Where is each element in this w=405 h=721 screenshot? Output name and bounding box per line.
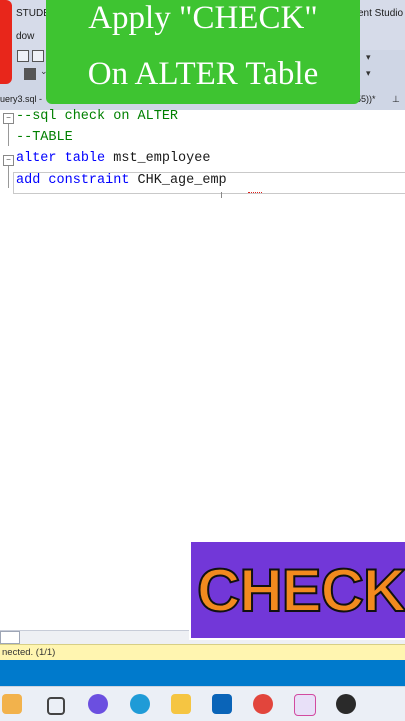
menu-item-window[interactable]: dow xyxy=(16,31,34,42)
save-icon[interactable] xyxy=(32,50,44,62)
check-badge-text: CHECK xyxy=(196,556,405,625)
app-icon[interactable] xyxy=(336,694,356,714)
ide-status-strip xyxy=(0,660,405,686)
stop-icon[interactable] xyxy=(24,68,36,80)
keyword-table: table xyxy=(64,151,106,166)
pin-icon[interactable]: ⊥ xyxy=(392,94,400,105)
file-explorer-icon[interactable] xyxy=(171,694,191,714)
outlook-icon[interactable] xyxy=(212,694,232,714)
snipping-tool-icon[interactable] xyxy=(294,694,316,716)
dropdown-icon[interactable]: ▾ xyxy=(366,52,371,63)
collapse-icon[interactable]: − xyxy=(3,113,14,124)
app-title-fragment-right: ent Studio xyxy=(358,8,404,19)
edge-icon[interactable] xyxy=(130,694,150,714)
new-query-icon[interactable] xyxy=(17,50,29,62)
text-cursor-icon xyxy=(221,192,222,198)
dropdown-icon-2[interactable]: ▾ xyxy=(366,68,371,79)
collapse-icon-2[interactable]: − xyxy=(3,155,14,166)
app-logo-icon xyxy=(0,0,12,84)
code-line-3[interactable]: alter table mst_employee xyxy=(16,151,210,166)
code-line-4[interactable]: add constraint CHK_age_emp xyxy=(16,173,227,188)
fold-guide xyxy=(8,124,9,146)
table-name: mst_employee xyxy=(105,151,211,166)
status-bar: nected. (1/1) xyxy=(0,644,405,660)
keyword-add: add xyxy=(16,173,41,188)
task-view-icon[interactable] xyxy=(47,697,65,715)
copilot-icon[interactable] xyxy=(88,694,108,714)
widgets-icon[interactable] xyxy=(2,694,22,714)
code-line-1[interactable]: --sql check on ALTER xyxy=(16,109,178,124)
app-title-fragment: STUDE xyxy=(16,8,50,19)
keyword-constraint: constraint xyxy=(48,173,130,188)
keyword-alter: alter xyxy=(16,151,57,166)
zoom-dropdown[interactable] xyxy=(0,631,20,644)
query-tab[interactable]: uery3.sql - xyxy=(0,94,42,104)
code-line-2[interactable]: --TABLE xyxy=(16,130,73,145)
fold-guide-2 xyxy=(8,166,9,188)
chrome-icon[interactable] xyxy=(253,694,273,714)
overlay-line-2: On ALTER Table xyxy=(87,56,319,92)
error-squiggle xyxy=(248,188,262,193)
constraint-name: CHK_age_emp xyxy=(129,173,227,188)
overlay-line-1: Apply "CHECK" xyxy=(88,0,318,36)
